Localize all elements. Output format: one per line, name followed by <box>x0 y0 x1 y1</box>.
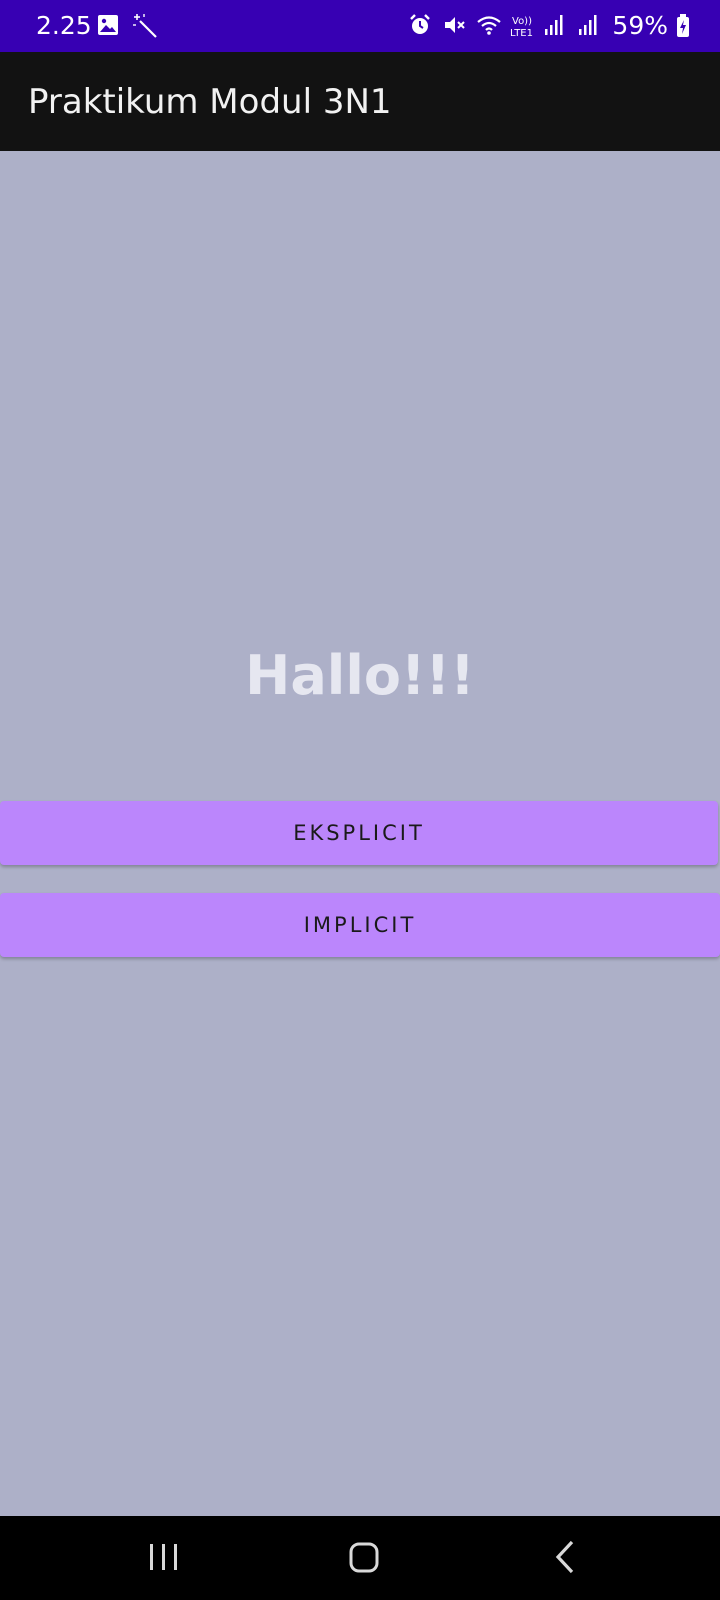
battery-percent: 59% <box>612 11 668 40</box>
main-content: Hallo!!! EKSPLICIT IMPLICIT <box>0 151 720 1516</box>
status-left-icons <box>96 13 158 39</box>
home-icon[interactable] <box>342 1538 386 1578</box>
greeting-text: Hallo!!! <box>245 644 475 707</box>
app-bar: Praktikum Modul 3N1 <box>0 52 720 151</box>
svg-text:Vo)): Vo)) <box>512 16 532 27</box>
volte-icon: Vo)) LTE1 <box>510 13 536 39</box>
status-bar: 2.25 Vo)) LTE1 59% <box>0 0 720 52</box>
alarm-icon <box>408 13 434 39</box>
eksplicit-button[interactable]: EKSPLICIT <box>0 801 718 865</box>
recents-icon[interactable] <box>142 1538 186 1578</box>
app-title: Praktikum Modul 3N1 <box>28 82 392 122</box>
status-right-icons: Vo)) LTE1 59% <box>408 10 690 42</box>
wifi-icon <box>476 13 502 39</box>
svg-text:LTE1: LTE1 <box>510 28 533 39</box>
signal-icon <box>544 13 570 39</box>
mute-icon <box>442 13 468 39</box>
magic-wand-icon <box>132 13 158 39</box>
signal-icon-2 <box>578 13 604 39</box>
status-time: 2.25 <box>36 11 92 40</box>
implicit-button[interactable]: IMPLICIT <box>0 893 720 957</box>
back-icon[interactable] <box>546 1538 590 1578</box>
navigation-bar <box>0 1516 720 1600</box>
image-icon <box>96 13 122 39</box>
battery-icon <box>676 13 690 39</box>
